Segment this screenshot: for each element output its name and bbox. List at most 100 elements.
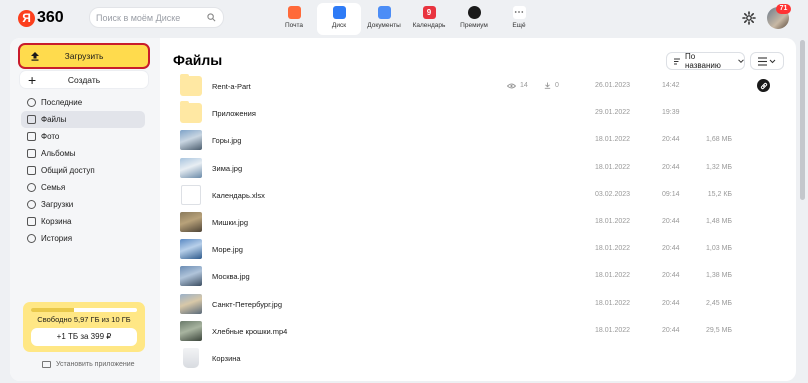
sidebar-item-photo[interactable]: Фото [21,128,145,145]
spreadsheet-icon [181,184,201,205]
file-list: Rent-a-Part 26.01.2023 14:42 14 0 Приложения 2… [173,73,773,372]
album-icon [27,149,36,158]
service-mail[interactable]: Почта [272,3,316,35]
file-row[interactable]: Горы.jpg 18.01.2022 20:44 1,68 МБ [173,127,773,154]
file-size: 15,2 КБ [707,190,732,198]
install-app-link[interactable]: Установить приложение [42,361,135,368]
top-bar: Я 360 Почта Диск Документы 9 Календарь Премиу… [0,0,808,38]
file-row[interactable]: Календарь.xlsx 03.02.2023 09:14 15,2 КБ [173,182,773,209]
eye-icon [507,83,516,88]
gear-icon[interactable] [742,11,756,25]
page-title: Файлы [173,52,223,68]
file-icon [27,115,36,124]
file-row[interactable]: Москва.jpg 18.01.2022 20:44 1,38 МБ [173,263,773,290]
file-time: 14:42 [662,82,680,89]
views-stat: 14 [507,82,528,89]
sidebar-item-label: Альбомы [41,149,76,158]
upload-button[interactable]: Загрузить [18,43,150,69]
sidebar-item-album[interactable]: Альбомы [21,145,145,162]
sidebar-item-label: История [41,234,73,243]
service-more[interactable]: ⋯ Ещё [497,3,541,35]
service-label: Почта [284,22,304,29]
scrollbar-thumb[interactable] [800,40,805,200]
shared-icon [27,166,36,175]
storage-text: Свободно 5,97 ГБ из 10 ГБ [37,315,131,324]
sidebar-item-label: Последние [41,98,83,107]
sidebar-item-label: Фото [41,132,60,141]
file-time: 20:44 [662,245,680,253]
downloads-icon [27,200,36,209]
image-thumbnail [180,266,202,287]
service-documents[interactable]: Документы [362,3,406,35]
service-label: Премиум [460,22,488,29]
sidebar-item-family[interactable]: Семья [21,179,145,196]
create-button[interactable]: + Создать [20,71,148,88]
image-thumbnail [180,239,202,260]
search-box[interactable] [89,7,224,28]
downloads-count: 0 [555,82,559,89]
services-bar: Почта Диск Документы 9 Календарь Премиум ⋯ Ещё [272,3,542,35]
file-row[interactable]: Санкт-Петербург.jpg 18.01.2022 20:44 2,45 М… [173,291,773,318]
install-app-label: Установить приложение [56,361,135,368]
file-row[interactable]: Приложения 29.01.2022 19:39 [173,100,773,127]
image-thumbnail [180,320,202,341]
file-time: 20:44 [662,299,680,307]
image-thumbnail [180,157,202,178]
file-time: 19:39 [662,109,680,117]
file-time: 20:44 [662,163,680,171]
file-row[interactable]: Rent-a-Part 26.01.2023 14:42 14 0 [173,73,773,100]
file-name: Корзина [212,353,241,363]
sidebar-item-label: Общий доступ [41,166,95,175]
file-size: 29,5 МБ [706,326,732,334]
sort-label: По названию [684,52,721,70]
file-date: 29.01.2022 [595,109,631,117]
file-name: Горы.jpg [212,136,242,146]
sidebar-item-label: Файлы [41,115,67,124]
sidebar-item-shared[interactable]: Общий доступ [21,162,145,179]
file-name: Зима.jpg [212,163,243,173]
file-row[interactable]: Корзина [173,345,773,372]
view-mode-button[interactable] [750,52,784,70]
sort-icon [673,58,680,65]
sidebar-nav: Последние Файлы Фото Альбомы Общий доступ Сем… [21,94,145,247]
service-calendar[interactable]: 9 Календарь [407,3,451,35]
photo-icon [27,132,36,141]
downloads-stat: 0 [544,82,559,89]
sidebar-item-trash[interactable]: Корзина [21,213,145,230]
sidebar-item-downloads[interactable]: Загрузки [21,196,145,213]
file-date: 18.01.2022 [595,136,631,144]
image-thumbnail [180,293,202,314]
yandex-logo-icon: Я [18,9,35,27]
file-date: 18.01.2022 [595,245,631,253]
file-time: 20:44 [662,217,680,225]
sidebar-item-file[interactable]: Файлы [21,111,145,128]
search-icon[interactable] [207,13,216,22]
file-size: 1,48 МБ [706,217,732,225]
file-row[interactable]: Зима.jpg 18.01.2022 20:44 1,32 МБ [173,155,773,182]
service-disk[interactable]: Диск [317,3,361,35]
sidebar-item-clock[interactable]: Последние [21,94,145,111]
premium-icon [467,6,481,19]
file-row[interactable]: Мишки.jpg 18.01.2022 20:44 1,48 МБ [173,209,773,236]
chevron-down-icon [738,59,744,63]
file-time: 09:14 [662,190,680,198]
list-view-icon [758,56,776,66]
service-premium[interactable]: Премиум [452,3,496,35]
sort-dropdown[interactable]: По названию [666,52,745,70]
create-label: Создать [67,74,101,85]
file-name: Санкт-Петербург.jpg [212,299,282,309]
buy-storage-button[interactable]: +1 ТБ за 399 ₽ [31,328,137,346]
service-label: Документы [367,22,401,29]
file-name: Мишки.jpg [212,217,249,227]
file-row[interactable]: Хлебные крошки.mp4 18.01.2022 20:44 29,5 МБ [173,318,773,345]
file-name: Rent-a-Part [212,82,251,91]
main-card: Загрузить + Создать Последние Файлы Фото Ал… [10,38,796,381]
file-time: 20:44 [662,136,680,144]
image-thumbnail [180,130,202,151]
file-size: 1,03 МБ [706,245,732,253]
search-input[interactable] [96,11,206,25]
file-row[interactable]: Море.jpg 18.01.2022 20:44 1,03 МБ [173,236,773,263]
file-time: 20:44 [662,272,680,280]
yandex-360-logo[interactable]: Я 360 [18,9,64,27]
sidebar-item-history[interactable]: История [21,230,145,247]
